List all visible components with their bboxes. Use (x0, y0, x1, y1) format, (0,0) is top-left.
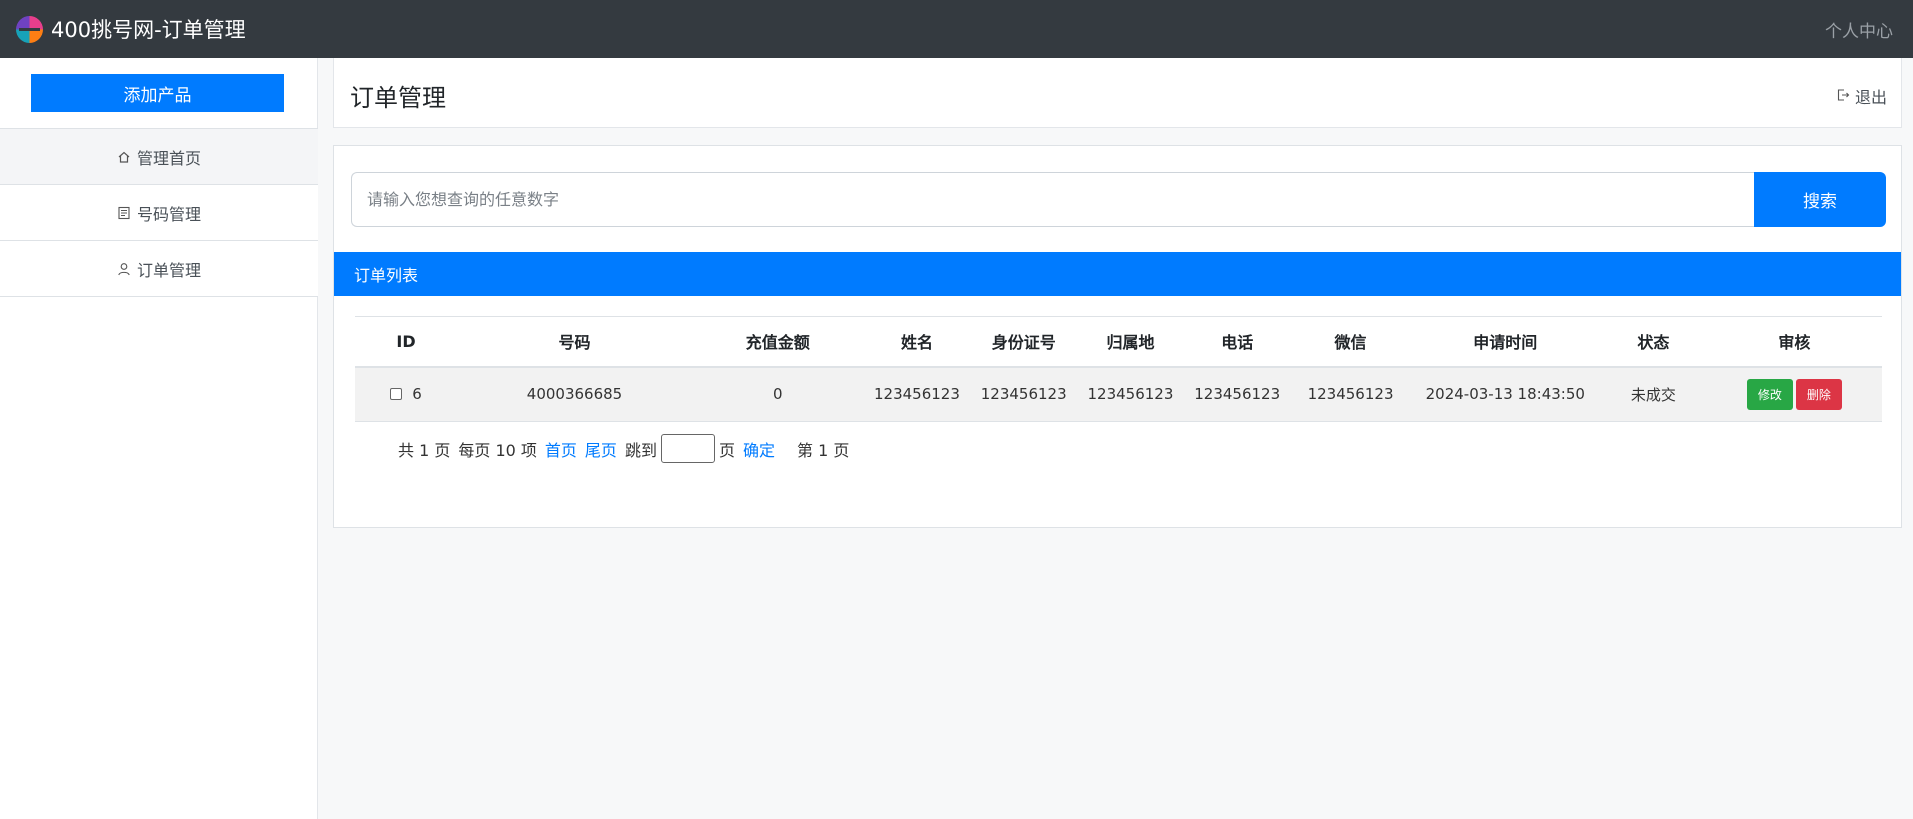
logout-icon (1836, 87, 1850, 106)
sidebar-item-orders[interactable]: 订单管理 (0, 241, 318, 297)
column-header[interactable]: 归属地 (1077, 316, 1184, 368)
sidebar-item-label: 号码管理 (136, 204, 201, 224)
column-header[interactable]: 姓名 (863, 316, 971, 368)
page-header: 订单管理 退出 (333, 58, 1902, 128)
page-title: 订单管理 (350, 84, 446, 112)
cell-phone: 123456123 (1183, 366, 1291, 422)
last-page-link[interactable]: 尾页 (585, 437, 617, 461)
sidebar-item-label: 订单管理 (136, 260, 201, 280)
delete-button[interactable]: 删除 (1795, 378, 1842, 410)
sidebar-item-numbers[interactable]: 号码管理 (0, 185, 318, 241)
row-checkbox[interactable] (390, 388, 403, 401)
search-bar: 搜索 (351, 172, 1886, 227)
order-panel: 搜索 订单列表 ID 号码 充值金额 姓名 身份证号 归属地 电话 微信 申请时… (333, 145, 1902, 528)
logo-icon (16, 15, 43, 43)
app-title: 400挑号网-订单管理 (51, 18, 246, 42)
column-header[interactable]: 身份证号 (970, 316, 1078, 368)
user-center-link[interactable]: 个人中心 (1825, 17, 1893, 42)
brand[interactable]: 400挑号网-订单管理 (16, 14, 246, 44)
cell-location: 123456123 (1077, 366, 1184, 422)
page-unit-label: 页 (718, 440, 735, 460)
current-page: 第 1 页 (796, 440, 850, 460)
cell-amount: 0 (692, 366, 864, 422)
jump-to-label: 跳到 (624, 440, 657, 460)
logout-label: 退出 (1854, 88, 1887, 107)
column-header[interactable]: 充值金额 (692, 316, 864, 368)
top-navbar: 400挑号网-订单管理 个人中心 (0, 0, 1913, 58)
sidebar: 添加产品 管理首页 号码管理 订单管理 (0, 58, 318, 819)
confirm-jump-link[interactable]: 确定 (743, 437, 775, 461)
column-header[interactable]: ID (355, 316, 457, 368)
pagination: 共 1 页 每页 10 项 首页 尾页 跳到 页 确定 第 1 页 (398, 434, 857, 463)
search-input[interactable] (351, 172, 1754, 227)
home-icon (117, 150, 131, 164)
column-header[interactable]: 号码 (456, 316, 693, 368)
user-icon (117, 262, 131, 276)
add-product-button[interactable]: 添加产品 (31, 74, 284, 112)
sidebar-menu: 管理首页 号码管理 订单管理 (0, 128, 318, 297)
document-icon (117, 206, 131, 220)
order-list-header: 订单列表 (334, 252, 1901, 296)
jump-page-input[interactable] (660, 434, 715, 463)
order-table: ID 号码 充值金额 姓名 身份证号 归属地 电话 微信 申请时间 状态 审核 … (355, 316, 1882, 422)
row-id: 6 (412, 385, 422, 404)
first-page-link[interactable]: 首页 (545, 437, 577, 461)
edit-button[interactable]: 修改 (1746, 378, 1793, 410)
cell-number: 4000366685 (456, 366, 693, 422)
column-header[interactable]: 状态 (1600, 316, 1707, 368)
column-header[interactable]: 微信 (1290, 316, 1411, 368)
cell-name: 123456123 (863, 366, 971, 422)
search-button[interactable]: 搜索 (1754, 172, 1886, 227)
cell-status: 未成交 (1600, 366, 1707, 422)
per-page: 每页 10 项 (458, 440, 537, 460)
logout-button[interactable]: 退出 (1836, 84, 1887, 108)
table-header-row: ID 号码 充值金额 姓名 身份证号 归属地 电话 微信 申请时间 状态 审核 (355, 316, 1882, 368)
table-row: 6 4000366685 0 123456123 123456123 12345… (355, 366, 1882, 422)
column-header[interactable]: 审核 (1706, 316, 1882, 368)
cell-id: 6 (355, 366, 457, 422)
cell-actions: 修改 删除 (1706, 366, 1882, 422)
total-pages: 共 1 页 (398, 440, 451, 460)
cell-time: 2024-03-13 18:43:50 (1410, 366, 1601, 422)
column-header[interactable]: 电话 (1183, 316, 1291, 368)
order-list-title: 订单列表 (354, 266, 419, 285)
column-header[interactable]: 申请时间 (1410, 316, 1601, 368)
sidebar-item-dashboard[interactable]: 管理首页 (0, 129, 318, 185)
sidebar-item-label: 管理首页 (136, 148, 201, 168)
cell-wechat: 123456123 (1290, 366, 1411, 422)
cell-id-card: 123456123 (970, 366, 1078, 422)
